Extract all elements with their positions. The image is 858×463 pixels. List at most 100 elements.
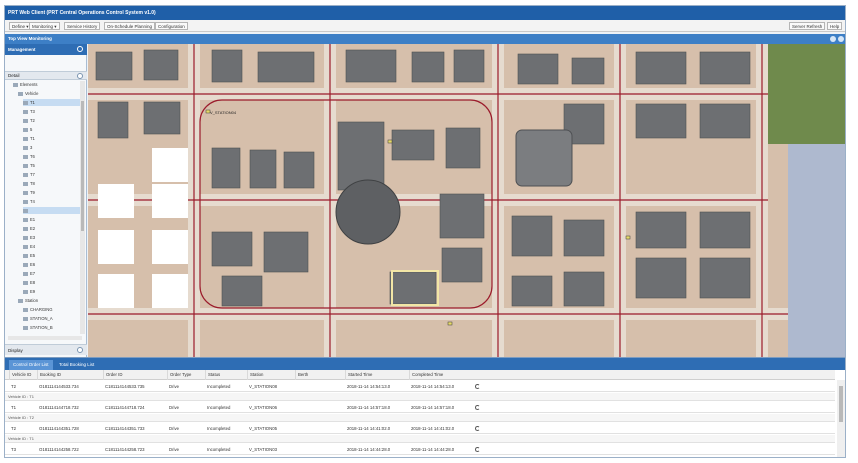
refresh-icon[interactable] — [475, 426, 480, 431]
menu-bar: Define ▾ Monitoring ▾ Service History On… — [5, 20, 845, 32]
tree-item[interactable]: 5 — [23, 126, 82, 133]
tree-item[interactable]: Elements — [13, 81, 82, 88]
table-cell: T1 — [11, 405, 17, 410]
node-icon — [23, 271, 28, 276]
app-window: PRT Web Client (PRT Central Operations C… — [4, 5, 846, 458]
table-header: Vehicle ID Booking ID Order ID Order Type St… — [5, 370, 835, 380]
column-header[interactable]: Started Time — [345, 370, 372, 380]
tree-item[interactable]: STATION_B — [23, 324, 82, 331]
tree-item[interactable]: CHARGING — [23, 306, 82, 313]
tree-item[interactable] — [23, 207, 82, 214]
table-cell: V_STATION03 — [249, 447, 278, 452]
tree-item-label: T5 — [30, 163, 35, 168]
menu-monitoring[interactable]: Monitoring ▾ — [29, 22, 60, 30]
column-header[interactable]: Berth — [295, 370, 308, 380]
table-row[interactable]: T3 O181114144258.722 C181114144258.723 Driv… — [5, 444, 835, 455]
close-icon[interactable] — [838, 36, 844, 42]
tree-scrollbar[interactable] — [80, 81, 85, 334]
tree-item[interactable]: E1 — [23, 216, 82, 223]
table-cell: O181114144718.732 — [39, 405, 79, 410]
node-icon — [23, 145, 28, 150]
table-cell: Incompleted — [207, 405, 231, 410]
column-header[interactable]: Order Type — [167, 370, 191, 380]
tree-item[interactable]: E8 — [23, 279, 82, 286]
tree-item-label: CHARGING — [30, 307, 53, 312]
column-header[interactable]: Order ID — [103, 370, 122, 380]
help-button[interactable]: Help — [827, 22, 843, 30]
tree-item[interactable]: Vehicle — [18, 90, 82, 97]
node-icon — [23, 280, 28, 285]
tree-item[interactable]: T8 — [23, 180, 82, 187]
tree-item[interactable]: T1 — [23, 99, 82, 106]
tab-total-booking-list[interactable]: Total Booking List — [55, 360, 98, 370]
menu-service-history[interactable]: Service History — [64, 22, 101, 30]
column-header[interactable]: Station — [247, 370, 263, 380]
tree-item[interactable]: E9 — [23, 288, 82, 295]
tree-item-label: E7 — [30, 271, 36, 276]
tree-item[interactable]: T4 — [23, 198, 82, 205]
menu-define-label: Define — [12, 24, 26, 29]
element-tree: Elements Vehicle T1 T3 T2 5 T1 3 T6 T5 T7 T8 T9 T4 E1 E… — [8, 81, 82, 334]
node-icon — [23, 136, 28, 141]
tree-item-label: Vehicle — [25, 91, 39, 96]
scroll-thumb[interactable] — [839, 386, 843, 422]
tree-item-label: 3 — [30, 145, 33, 150]
tree-item-label: T8 — [30, 181, 35, 186]
tree-item-label: E9 — [30, 289, 36, 294]
tree-item[interactable]: T3 — [23, 108, 82, 115]
tree-item[interactable]: E7 — [23, 270, 82, 277]
tree-item[interactable]: E4 — [23, 243, 82, 250]
tree-item[interactable]: T9 — [23, 189, 82, 196]
table-cell: Drive — [169, 426, 180, 431]
menu-on-schedule-planning[interactable]: On-Schedule Planning — [104, 22, 156, 30]
tree-item-label: T3 — [30, 109, 35, 114]
tree-item[interactable]: Station — [18, 297, 82, 304]
tree-item[interactable]: T2 — [23, 117, 82, 124]
column-header[interactable]: Vehicle ID — [9, 370, 31, 380]
tree-item-label: E4 — [30, 244, 36, 249]
refresh-icon[interactable] — [475, 447, 480, 452]
server-refresh-button[interactable]: Server Refresh — [789, 22, 826, 30]
tree-item-label: T1 — [30, 136, 35, 141]
tree-item[interactable]: STATION_A — [23, 315, 82, 322]
table-scrollbar[interactable] — [837, 380, 845, 457]
tab-control-order-list[interactable]: Control Order List — [9, 360, 53, 370]
tree-hscrollbar[interactable] — [8, 336, 82, 340]
expand-icon[interactable] — [77, 73, 83, 79]
display-header[interactable]: Display — [5, 344, 87, 355]
detail-header[interactable]: Detail — [5, 71, 87, 80]
top-view-map[interactable]: V_STATION04 — [88, 44, 845, 357]
column-header[interactable]: Completed Time — [409, 370, 443, 380]
table-cell: 2018-11-14 14:44:28.0 — [347, 447, 391, 452]
table-cell: O181114144533.734 — [39, 384, 79, 389]
refresh-icon[interactable] — [475, 405, 480, 410]
tree-item[interactable]: T7 — [23, 171, 82, 178]
tree-item-label: T7 — [30, 172, 35, 177]
table-row[interactable]: T2 O181114144351.728 C181114144351.733 Driv… — [5, 423, 835, 434]
refresh-icon[interactable] — [475, 384, 480, 389]
column-header[interactable]: Status — [205, 370, 220, 380]
tree-item[interactable]: E2 — [23, 225, 82, 232]
node-icon — [23, 253, 28, 258]
table-row[interactable]: T1 O181114144718.732 C181114144718.724 Driv… — [5, 402, 835, 413]
node-icon — [23, 208, 28, 213]
tree-item[interactable]: E6 — [23, 261, 82, 268]
settings-icon[interactable] — [830, 36, 836, 42]
column-header[interactable]: Booking ID — [37, 370, 61, 380]
tree-item[interactable]: T6 — [23, 153, 82, 160]
table-cell: C181114144258.723 — [105, 447, 145, 452]
tree-item[interactable]: E5 — [23, 252, 82, 259]
detail-title: Detail — [8, 73, 20, 78]
collapse-icon[interactable] — [77, 46, 83, 52]
scroll-thumb[interactable] — [81, 101, 84, 231]
tree-item[interactable]: 3 — [23, 144, 82, 151]
table-row[interactable]: T2 O181114144533.734 C181114144533.735 Driv… — [5, 381, 835, 392]
tree-item[interactable]: T5 — [23, 162, 82, 169]
table-cell: 2018-11-14 14:44:28.0 — [411, 447, 455, 452]
menu-configuration[interactable]: Configuration — [155, 22, 188, 30]
table-cell: C181114144533.735 — [105, 384, 145, 389]
tree-item-label: T1 — [30, 100, 35, 105]
tree-item[interactable]: T1 — [23, 135, 82, 142]
expand-icon[interactable] — [77, 347, 83, 353]
tree-item[interactable]: E3 — [23, 234, 82, 241]
